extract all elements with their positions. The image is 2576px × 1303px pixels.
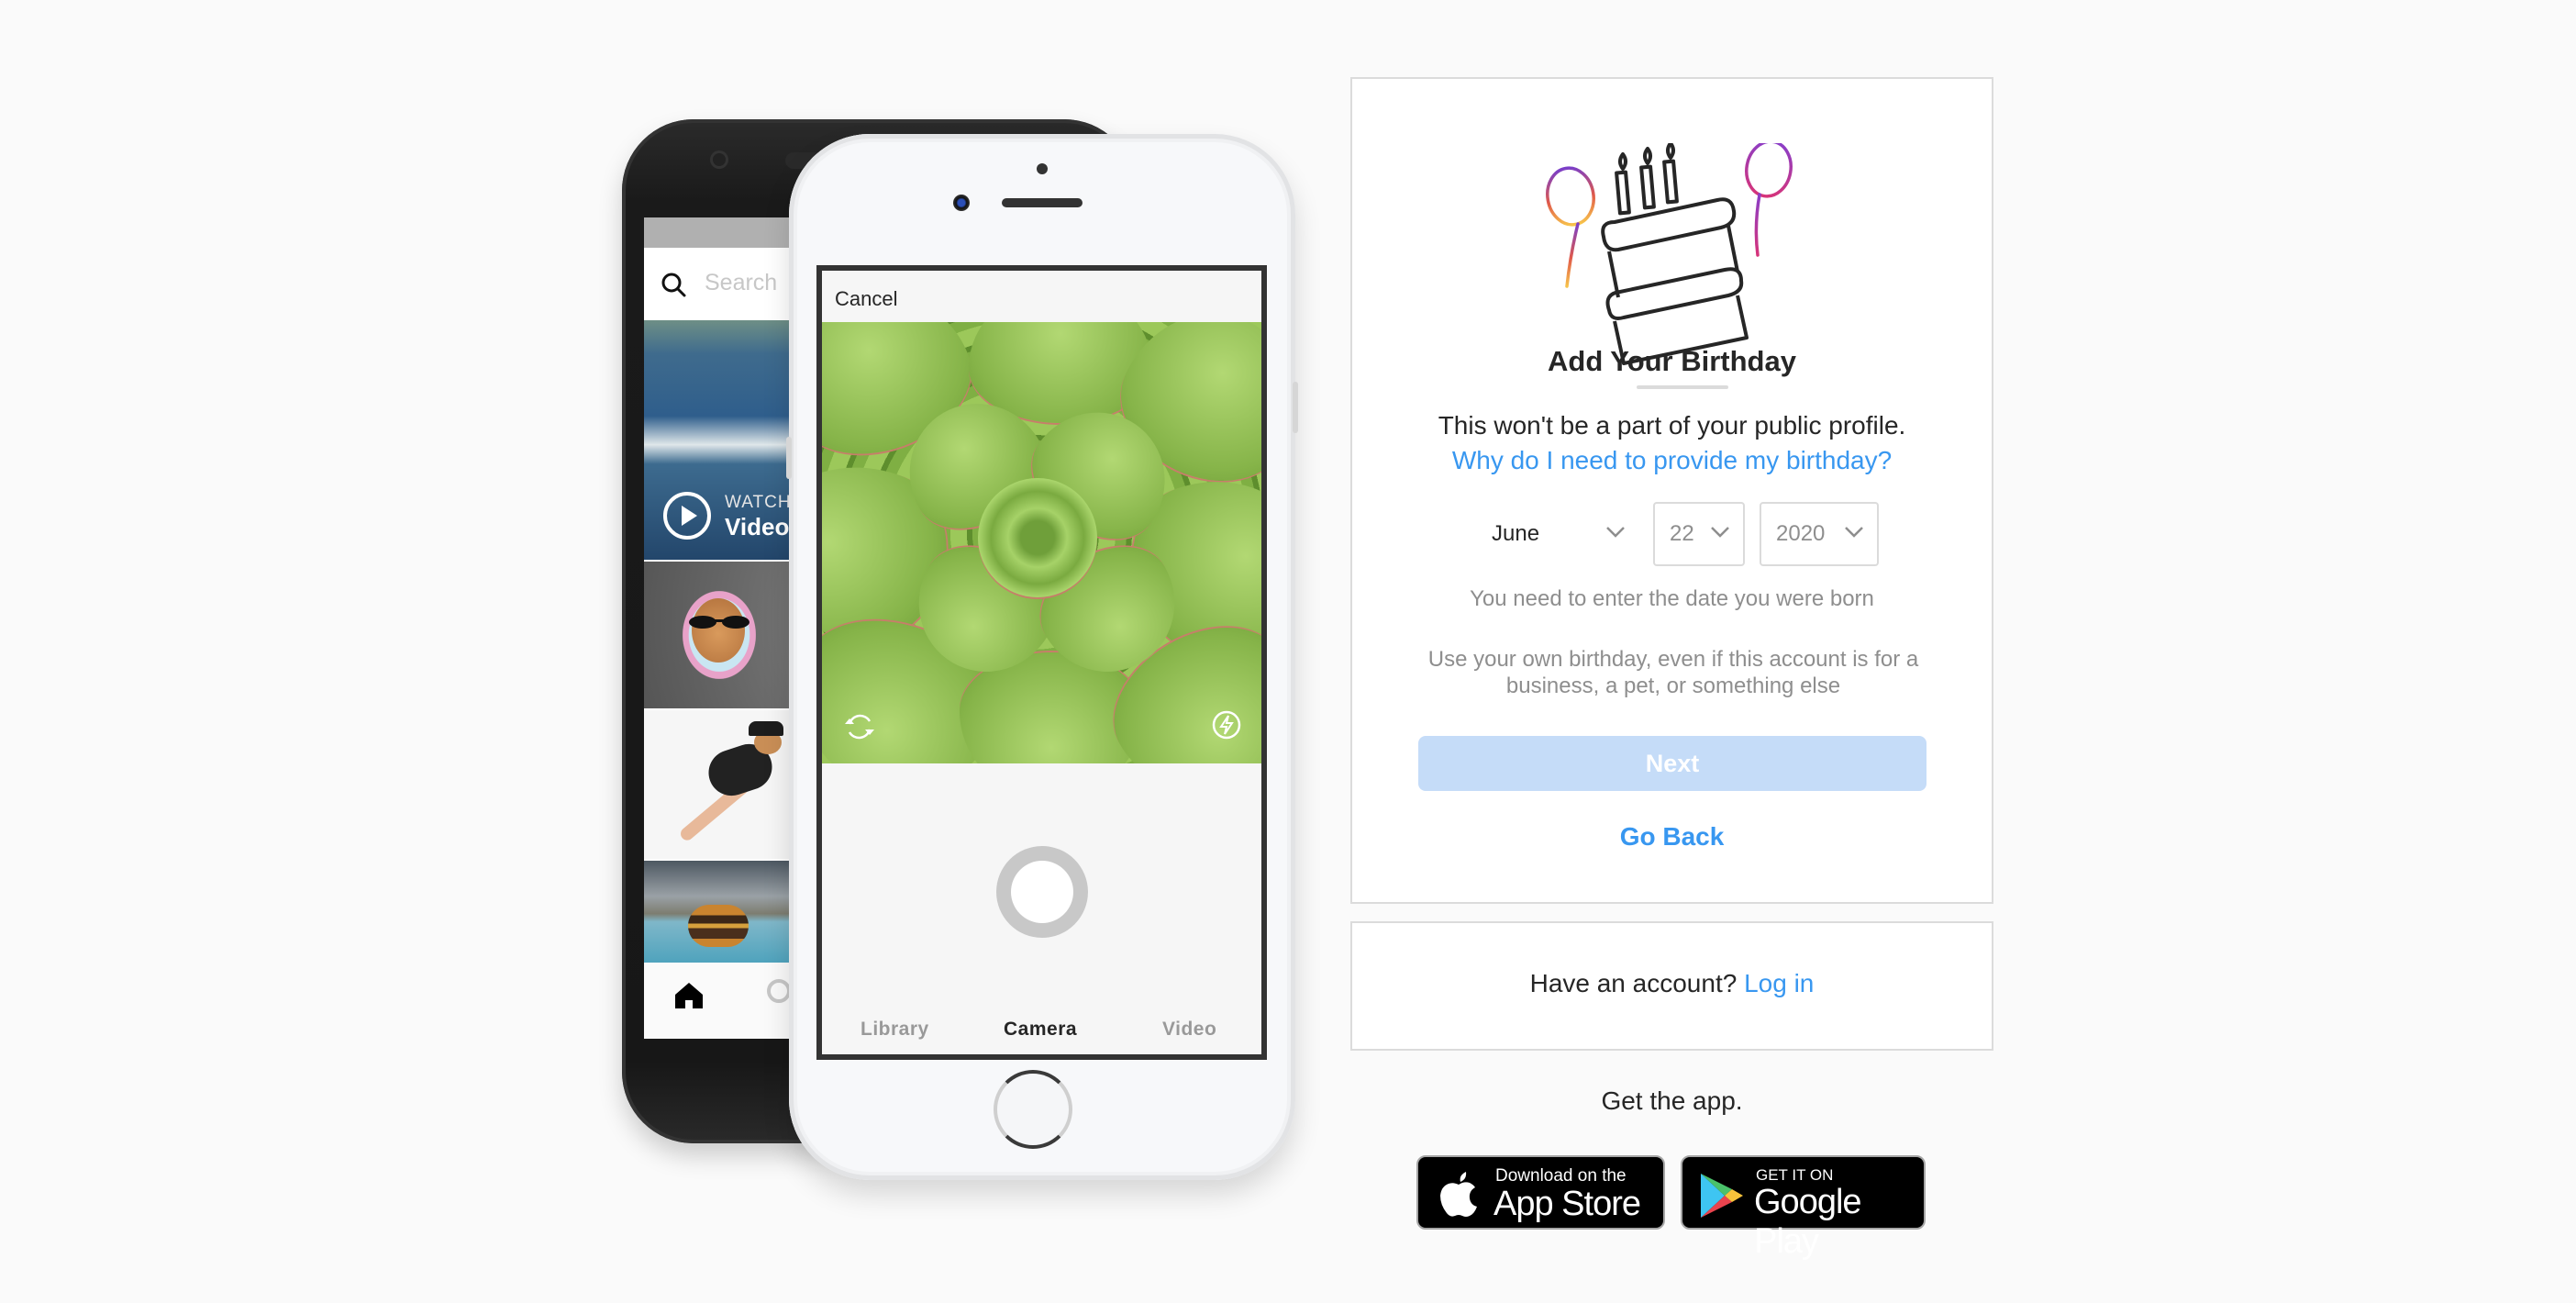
- app-store-small-text: Download on the: [1495, 1166, 1627, 1186]
- app-store-big-text: App Store: [1493, 1185, 1641, 1223]
- chevron-down-icon: [1606, 527, 1625, 538]
- login-card: Have an account? Log in: [1350, 921, 1993, 1051]
- dog-hat: [749, 721, 783, 736]
- have-account-text: Have an account?: [1529, 969, 1738, 997]
- app-store-badge[interactable]: Download on the App Store: [1416, 1155, 1665, 1230]
- year-select[interactable]: 2020: [1760, 502, 1879, 566]
- play-icon: [663, 492, 711, 540]
- day-value: 22: [1670, 521, 1694, 546]
- camera-preview: [822, 322, 1261, 763]
- apple-logo-icon: [1440, 1172, 1477, 1217]
- burger-shape: [688, 905, 749, 947]
- birthday-card: Add Your Birthday This won't be a part o…: [1350, 77, 1993, 904]
- flip-camera-icon[interactable]: [842, 709, 877, 744]
- side-button: [1293, 382, 1298, 433]
- android-front-camera: [710, 150, 728, 169]
- iphone-screen: Cancel Library Camera Video: [816, 265, 1267, 1060]
- succulent-center: [978, 478, 1097, 597]
- tab-video[interactable]: Video: [1162, 1019, 1216, 1041]
- home-button: [994, 1070, 1072, 1149]
- video-overlay-kicker: WATCH: [725, 493, 792, 512]
- google-play-badge[interactable]: GET IT ON Google Play: [1681, 1155, 1926, 1261]
- home-icon: [675, 983, 703, 1008]
- go-back-button[interactable]: Go Back: [1352, 822, 1992, 852]
- tab-camera[interactable]: Camera: [1004, 1019, 1077, 1041]
- iphone-speaker: [1002, 198, 1083, 207]
- birth-date-hint: You need to enter the date you were born: [1470, 586, 1874, 611]
- camera-app: Cancel Library Camera Video: [822, 271, 1261, 1054]
- cancel-button[interactable]: Cancel: [835, 287, 897, 311]
- get-app-label: Get the app.: [1601, 1086, 1743, 1115]
- why-birthday-link[interactable]: Why do I need to provide my birthday?: [1352, 446, 1992, 475]
- year-value: 2020: [1776, 521, 1826, 546]
- next-button[interactable]: Next: [1418, 736, 1926, 791]
- page-title: Add Your Birthday: [1548, 345, 1796, 377]
- shutter-button[interactable]: [996, 846, 1088, 938]
- chevron-down-icon: [1845, 527, 1863, 538]
- search-icon: [661, 273, 686, 297]
- log-in-link[interactable]: Log in: [1744, 969, 1814, 997]
- google-play-big-text: Google Play: [1754, 1183, 1862, 1261]
- google-play-logo-icon: [1701, 1174, 1743, 1218]
- iphone-sensor: [1037, 163, 1048, 174]
- own-birthday-note: Use your own birthday, even if this acco…: [1427, 647, 1919, 698]
- privacy-note: This won't be a part of your public prof…: [1438, 411, 1906, 440]
- iphone-front-camera: [953, 195, 970, 211]
- flash-icon[interactable]: [1211, 709, 1242, 741]
- android-search-placeholder: Search: [705, 270, 778, 295]
- month-value: June: [1492, 521, 1540, 546]
- day-select[interactable]: 22: [1653, 502, 1745, 566]
- iphone-mockup: Cancel Library Camera Video: [786, 134, 1298, 1180]
- chevron-down-icon: [1711, 527, 1729, 538]
- google-play-small-text: GET IT ON: [1756, 1166, 1834, 1184]
- tab-library[interactable]: Library: [861, 1019, 929, 1041]
- login-prompt-row: Have an account? Log in: [1352, 969, 1992, 998]
- video-overlay-title: Video: [725, 513, 790, 540]
- sunglasses-shape: [689, 616, 749, 629]
- cat-face: [692, 598, 745, 663]
- volume-button: [786, 437, 792, 479]
- month-select[interactable]: June: [1470, 502, 1640, 566]
